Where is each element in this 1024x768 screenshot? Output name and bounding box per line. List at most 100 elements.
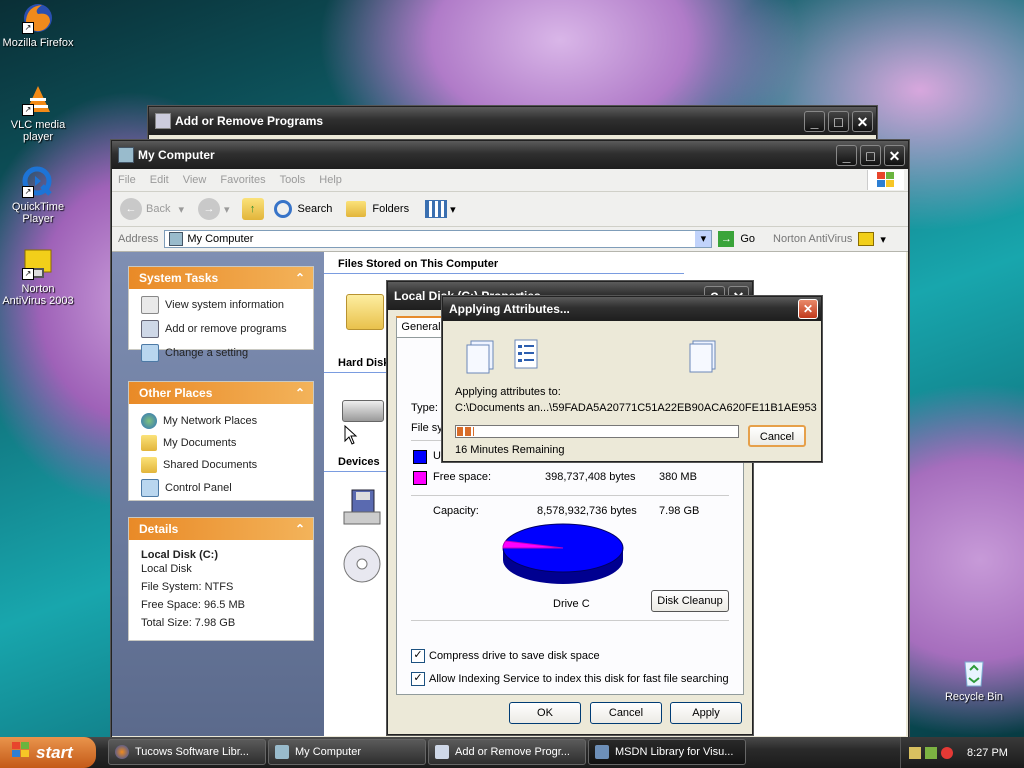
used-space-swatch — [413, 450, 427, 464]
maximize-button[interactable]: □ — [860, 144, 881, 166]
capacity-gb: 7.98 GB — [659, 505, 700, 517]
firefox-icon — [115, 745, 129, 759]
disk-cleanup-button[interactable]: Disk Cleanup — [651, 590, 729, 612]
collapse-icon[interactable]: ⌃ — [295, 271, 305, 285]
control-panel-icon — [141, 479, 159, 497]
ok-button[interactable]: OK — [509, 702, 581, 724]
shared-folder-icon[interactable] — [346, 294, 384, 330]
go-button[interactable]: → Go — [718, 231, 755, 247]
title-bar[interactable]: Add or Remove Programs _ □ ✕ — [149, 107, 876, 135]
start-button[interactable]: start — [0, 737, 96, 768]
windows-logo-icon — [12, 742, 30, 763]
compress-checkbox-row[interactable]: ✓ Compress drive to save disk space — [411, 649, 600, 663]
desktop-icon-label: Norton AntiVirus 2003 — [2, 283, 74, 307]
progress-bar — [455, 425, 739, 438]
used-space-label: U — [433, 450, 441, 462]
computer-icon — [275, 745, 289, 759]
menu-edit[interactable]: Edit — [150, 174, 169, 186]
place-network[interactable]: My Network Places — [129, 410, 313, 432]
back-button[interactable]: ← Back ▾ — [120, 198, 184, 220]
maximize-button[interactable]: □ — [828, 110, 849, 132]
security-tray-icon[interactable] — [941, 746, 953, 759]
desktop-icon-recycle-bin[interactable]: Recycle Bin — [936, 656, 1012, 703]
menu-help[interactable]: Help — [319, 174, 342, 186]
minimize-button[interactable]: _ — [836, 144, 857, 166]
firefox-icon: ↗ — [22, 2, 54, 34]
norton-icon: ↗ — [22, 248, 54, 280]
task-msdn-library[interactable]: MSDN Library for Visu... — [588, 739, 746, 765]
dialog-title: Applying Attributes... — [449, 302, 570, 316]
menu-tools[interactable]: Tools — [280, 174, 306, 186]
desktop-icon-firefox[interactable]: ↗ Mozilla Firefox — [0, 2, 76, 49]
go-arrow-icon: → — [718, 231, 735, 247]
panel-header[interactable]: System Tasks ⌃ — [129, 267, 313, 289]
menu-file[interactable]: File — [118, 174, 136, 186]
hard-disk-icon[interactable] — [342, 400, 384, 422]
close-button[interactable]: ✕ — [884, 144, 905, 166]
indexing-checkbox[interactable]: ✓ — [411, 672, 425, 686]
capacity-label: Capacity: — [433, 505, 479, 517]
volume-tray-icon[interactable] — [925, 746, 937, 759]
menu-favorites[interactable]: Favorites — [220, 174, 265, 186]
folder-icon — [346, 201, 367, 217]
desktop-icon-norton[interactable]: ↗ Norton AntiVirus 2003 — [0, 248, 76, 307]
up-folder-icon[interactable]: ↑ — [241, 198, 264, 220]
forward-arrow-icon[interactable]: → — [198, 198, 220, 220]
panel-header[interactable]: Details ⌃ — [129, 518, 313, 540]
norton-icon[interactable] — [858, 232, 875, 246]
place-shared-documents[interactable]: Shared Documents — [129, 454, 313, 476]
floppy-drive-icon[interactable] — [342, 488, 382, 528]
task-change-setting[interactable]: Change a setting — [129, 341, 313, 365]
minimize-button[interactable]: _ — [804, 110, 825, 132]
file-path: C:\Documents an...\59FADA5A20771C51A22EB… — [455, 402, 817, 414]
task-my-computer[interactable]: My Computer — [268, 739, 426, 765]
address-field[interactable]: My Computer ▾ — [164, 230, 713, 248]
title-bar[interactable]: Applying Attributes... ✕ — [443, 297, 821, 321]
collapse-icon[interactable]: ⌃ — [295, 522, 305, 536]
applying-attributes-dialog[interactable]: Applying Attributes... ✕ Applying attrib… — [442, 296, 822, 462]
cancel-button[interactable]: Cancel — [748, 425, 806, 447]
close-button[interactable]: ✕ — [852, 110, 873, 132]
capacity-bytes: 8,578,932,736 bytes — [537, 505, 637, 517]
disk-usage-pie-chart — [502, 523, 624, 584]
place-control-panel[interactable]: Control Panel — [129, 476, 313, 500]
network-tray-icon[interactable] — [909, 746, 921, 759]
title-bar[interactable]: My Computer _ □ ✕ — [112, 141, 908, 169]
vlc-icon: ↗ — [22, 84, 54, 116]
norton-toolbar-label[interactable]: Norton AntiVirus — [773, 233, 852, 245]
close-button[interactable]: ✕ — [798, 299, 818, 319]
views-button[interactable]: ▾ — [425, 200, 456, 218]
task-add-remove-programs[interactable]: Add or Remove Progr... — [428, 739, 586, 765]
apply-button[interactable]: Apply — [670, 702, 742, 724]
search-button[interactable]: Search — [273, 200, 332, 218]
task-tucows[interactable]: Tucows Software Libr... — [108, 739, 266, 765]
clock[interactable]: 8:27 PM — [967, 747, 1008, 759]
computer-icon — [169, 232, 184, 246]
details-free-space: Free Space: 96.5 MB — [141, 599, 245, 611]
add-remove-icon — [435, 745, 449, 759]
chevron-down-icon[interactable]: ▾ — [880, 233, 886, 246]
system-tasks-panel: System Tasks ⌃ View system information Ad… — [128, 266, 314, 362]
folders-button[interactable]: Folders — [346, 201, 409, 217]
task-view-system-info[interactable]: View system information — [129, 293, 313, 317]
other-places-panel: Other Places ⌃ My Network Places My Docum… — [128, 381, 314, 501]
desktop-icon-label: Mozilla Firefox — [2, 37, 74, 49]
msdn-icon — [595, 745, 609, 759]
compress-checkbox[interactable]: ✓ — [411, 649, 425, 663]
cd-drive-icon[interactable] — [342, 544, 382, 584]
desktop-icon-vlc[interactable]: ↗ VLC media player — [0, 84, 76, 143]
indexing-checkbox-row[interactable]: ✓ Allow Indexing Service to index this di… — [411, 672, 729, 686]
panel-header[interactable]: Other Places ⌃ — [129, 382, 313, 404]
menu-view[interactable]: View — [183, 174, 207, 186]
applying-label: Applying attributes to: — [455, 386, 561, 398]
task-add-remove-programs[interactable]: Add or remove programs — [129, 317, 313, 341]
cancel-button[interactable]: Cancel — [590, 702, 662, 724]
section-devices: Devices — [338, 456, 380, 468]
chevron-down-icon[interactable]: ▾ — [695, 231, 712, 247]
system-info-icon — [141, 296, 159, 314]
desktop-icon-quicktime[interactable]: ↗ QuickTime Player — [0, 166, 76, 225]
collapse-icon[interactable]: ⌃ — [295, 386, 305, 400]
chevron-down-icon[interactable]: ▾ — [224, 203, 230, 216]
tab-general[interactable]: General — [396, 316, 446, 338]
place-my-documents[interactable]: My Documents — [129, 432, 313, 454]
